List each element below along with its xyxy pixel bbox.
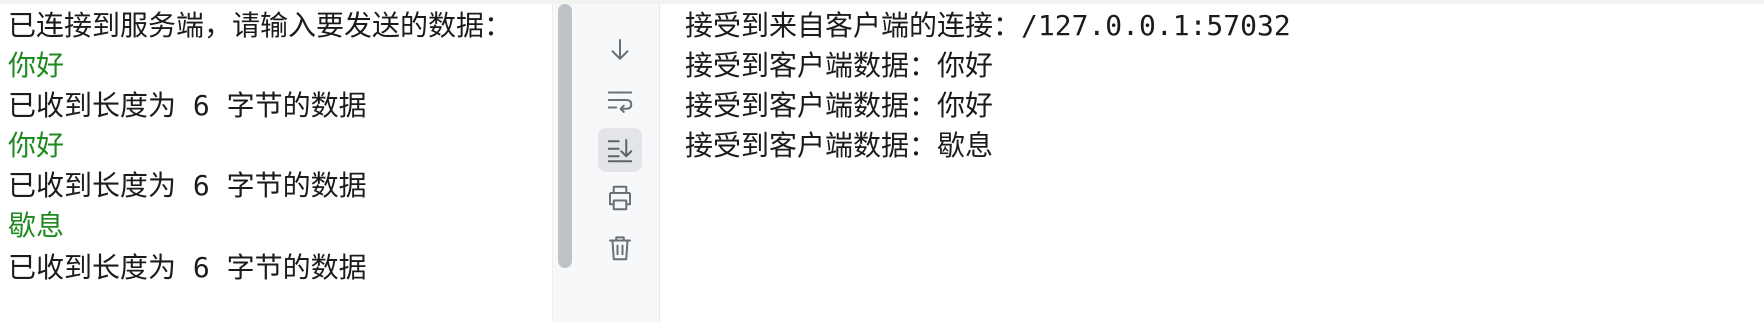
console-line: 已连接到服务端，请输入要发送的数据： <box>8 9 513 42</box>
console-line: 接受到来自客户端的连接：/127.0.0.1:57032 <box>685 9 1291 42</box>
scroll-to-end-button[interactable] <box>598 128 642 172</box>
clear-all-button[interactable] <box>598 226 642 270</box>
print-button[interactable] <box>598 176 642 220</box>
console-input-line: 歇息 <box>8 209 65 242</box>
client-console-output[interactable]: 已连接到服务端，请输入要发送的数据： 你好 已收到长度为 6 字节的数据 你好 … <box>0 4 552 322</box>
trash-icon <box>609 236 631 261</box>
console-input-line: 你好 <box>8 129 65 162</box>
console-line: 已收到长度为 6 字节的数据 <box>8 169 367 202</box>
console-line: 已收到长度为 6 字节的数据 <box>8 89 367 122</box>
console-line: 接受到客户端数据：你好 <box>685 49 994 82</box>
console-line: 已收到长度为 6 字节的数据 <box>8 251 367 284</box>
scroll-to-end-icon <box>607 139 633 163</box>
console-toolbar <box>581 4 660 322</box>
soft-wrap-icon <box>607 91 633 113</box>
console-line: 接受到客户端数据：歇息 <box>685 129 994 162</box>
server-console-output[interactable]: 接受到来自客户端的连接：/127.0.0.1:57032 接受到客户端数据：你好… <box>660 4 1764 322</box>
console-input-line: 你好 <box>8 49 65 82</box>
scroll-down-button[interactable] <box>598 28 642 72</box>
scroll-down-icon <box>611 39 629 60</box>
scrollbar-thumb[interactable] <box>558 4 572 268</box>
print-icon <box>609 185 631 211</box>
console-line: 接受到客户端数据：你好 <box>685 89 994 122</box>
soft-wrap-button[interactable] <box>598 78 642 122</box>
